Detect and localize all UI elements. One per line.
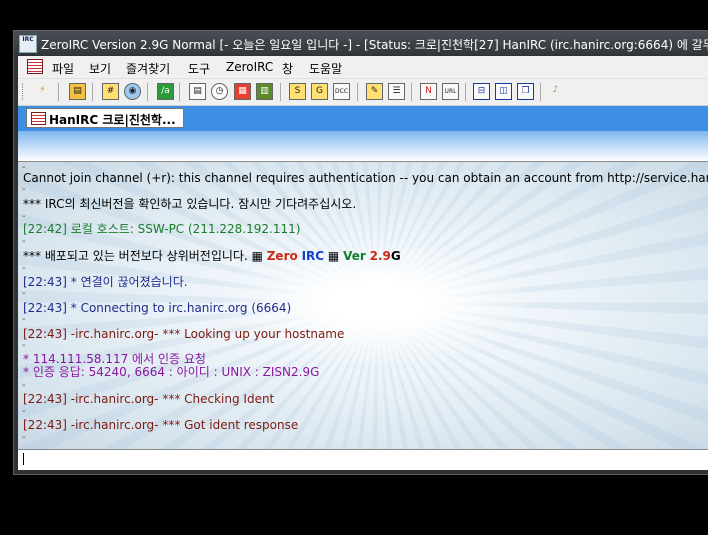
title-bar[interactable]: IRC ZeroIRC Version 2.9G Normal [- 오늘은 일… — [14, 31, 708, 55]
badge-number: 2.9 — [369, 249, 391, 263]
channel-header-band — [18, 131, 708, 162]
ni-icon[interactable]: N — [420, 83, 437, 100]
chat-line: * 인증 응답: 54240, 6664 : 아이디 : UNIX : ZISN… — [23, 365, 320, 379]
toolbar-grip[interactable] — [22, 83, 25, 100]
menu-bar: 파일 보기 즐겨찾기 도구 ZeroIRC 창 도움말 — [18, 56, 708, 79]
toolbar-separator — [540, 83, 541, 101]
folder-icon[interactable]: ▤ — [69, 83, 86, 100]
chat-line: [22:43] -irc.hanirc.org- *** Got ident r… — [23, 418, 299, 432]
toolbar-separator — [357, 83, 358, 101]
list-icon[interactable]: ☰ — [388, 83, 405, 100]
desktop: { "window": { "title": "ZeroIRC Version … — [0, 0, 708, 535]
cascade-icon[interactable]: ❐ — [517, 83, 534, 100]
zeroirc-window: IRC ZeroIRC Version 2.9G Normal [- 오늘은 일… — [13, 30, 708, 475]
text-caret — [23, 453, 24, 465]
toolbar-separator — [92, 83, 93, 101]
badge-letter: G — [390, 249, 401, 263]
line-separator: - — [22, 184, 26, 195]
toolbar: ⚡ ▤ # ◉ /a ▤ ◷ ▦ ▥ S G DCC ✎ ☰ N URL ⊟ ◫ — [18, 79, 708, 106]
log-icon[interactable]: ▦ — [234, 83, 251, 100]
script-icon[interactable]: /a — [157, 83, 174, 100]
line-separator: - — [22, 236, 26, 247]
toolbar-separator — [58, 83, 59, 101]
window-switchbar: HanIRC 크로|진천학... — [18, 106, 708, 131]
tab-hanirc-status[interactable]: HanIRC 크로|진천학... — [26, 108, 184, 128]
url-icon[interactable]: URL — [442, 83, 459, 100]
menu-zeroirc[interactable]: ZeroIRC — [226, 60, 273, 74]
line-separator: - — [22, 380, 26, 391]
menu-file[interactable]: 파일 — [52, 60, 74, 77]
message-input[interactable] — [18, 449, 708, 468]
send-file-icon[interactable]: S — [289, 83, 306, 100]
chat-line-version-text: *** 배포되고 있는 버전보다 상위버전입니다. ▦ — [23, 249, 263, 263]
menu-window[interactable]: 창 — [282, 60, 293, 77]
toolbar-separator — [147, 83, 148, 101]
chat-output[interactable]: - Cannot join channel (+r): this channel… — [18, 162, 708, 449]
menu-favorites[interactable]: 즐겨찾기 — [126, 60, 170, 77]
chat-line: [22:43] -irc.hanirc.org- *** Checking Id… — [23, 392, 275, 406]
chat-line-version: *** 배포되고 있는 버전보다 상위버전입니다. ▦ Zero IRC ▦ V… — [23, 250, 401, 263]
line-separator: - — [22, 211, 26, 222]
address-book-icon[interactable]: ▥ — [256, 83, 273, 100]
tab-label: HanIRC 크로|진천학... — [49, 113, 176, 127]
toolbar-separator — [411, 83, 412, 101]
line-separator: - — [22, 432, 26, 443]
app-icon[interactable]: IRC — [19, 35, 37, 53]
chat-line: [22:43] -irc.hanirc.org- *** Looking up … — [23, 327, 345, 341]
tile-horizontal-icon[interactable]: ⊟ — [473, 83, 490, 100]
menu-help[interactable]: 도움말 — [309, 60, 342, 77]
line-separator: - — [22, 314, 26, 325]
badge-ver: Ver — [343, 249, 366, 263]
chat-line: [22:42] 로컬 호스트: SSW-PC (211.228.192.111) — [23, 222, 301, 236]
receive-file-icon[interactable]: G — [311, 83, 328, 100]
badge-zero: Zero — [266, 249, 298, 263]
toolbar-separator — [280, 83, 281, 101]
chat-line: *** IRC의 최신버전을 확인하고 있습니다. 잠시만 기다려주십시오. — [23, 197, 357, 211]
window-title: ZeroIRC Version 2.9G Normal [- 오늘은 일요일 입… — [41, 38, 708, 52]
badge-irc: IRC — [301, 249, 325, 263]
timer-icon[interactable]: ◷ — [211, 83, 228, 100]
toolbar-separator — [465, 83, 466, 101]
edit-icon[interactable]: ✎ — [366, 83, 383, 100]
chat-line: [22:43] * Connecting to irc.hanirc.org (… — [23, 301, 292, 315]
line-separator: - — [22, 288, 26, 299]
menu-view[interactable]: 보기 — [89, 60, 111, 77]
chat-line: [22:43] * 연결이 끊어졌습니다. — [23, 275, 188, 289]
client-area: 파일 보기 즐겨찾기 도구 ZeroIRC 창 도움말 ⚡ ▤ # ◉ /a ▤… — [18, 56, 708, 470]
bell-icon[interactable]: ♪ — [547, 83, 564, 100]
dcc-chat-icon[interactable]: DCC — [333, 83, 350, 100]
mdi-system-menu-icon[interactable] — [27, 59, 43, 74]
badge-box: ▦ — [327, 249, 340, 263]
connect-icon[interactable]: ⚡ — [34, 83, 51, 100]
menu-tools[interactable]: 도구 — [188, 60, 210, 77]
channel-list-icon[interactable]: # — [102, 83, 119, 100]
line-separator: - — [22, 263, 26, 274]
notepad-icon[interactable]: ▤ — [189, 83, 206, 100]
tile-vertical-icon[interactable]: ◫ — [495, 83, 512, 100]
globe-icon[interactable]: ◉ — [124, 83, 141, 100]
chat-line: Cannot join channel (+r): this channel r… — [23, 171, 708, 185]
line-separator: - — [22, 406, 26, 417]
toolbar-separator — [179, 83, 180, 101]
status-window-icon — [31, 112, 46, 125]
line-separator: - — [22, 340, 26, 351]
